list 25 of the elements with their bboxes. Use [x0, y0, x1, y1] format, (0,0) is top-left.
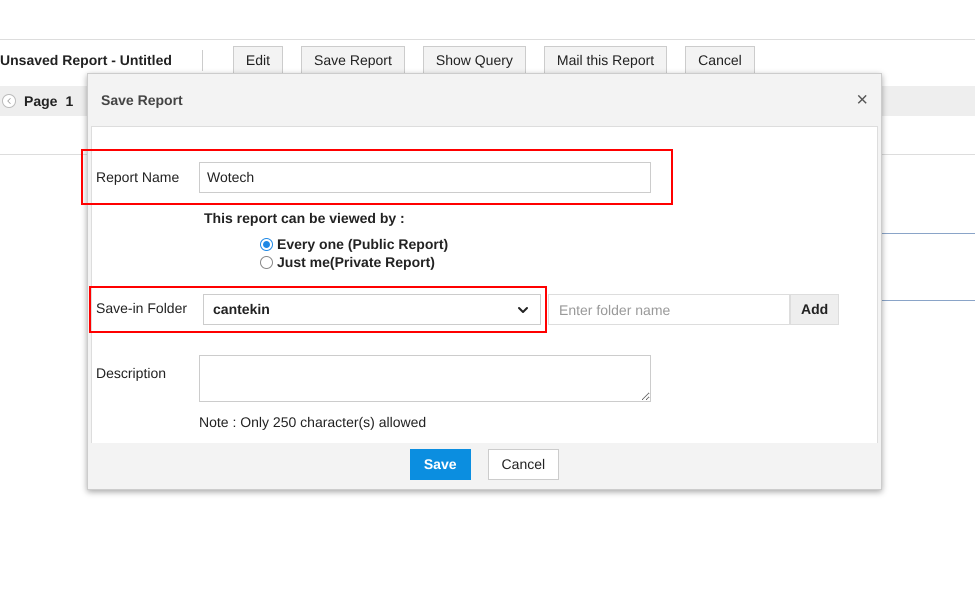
field-label: Report Name — [96, 168, 180, 187]
previous-page-icon[interactable] — [2, 94, 16, 108]
toolbar-button[interactable]: Cancel — [685, 46, 755, 74]
field-label: Description — [96, 364, 168, 383]
add-button[interactable]: Add — [790, 294, 840, 325]
description-field[interactable] — [199, 355, 651, 402]
toolbar-button[interactable]: Edit — [232, 46, 284, 74]
save-button[interactable]: Save — [410, 449, 471, 480]
folder-name-field[interactable]: Enter folder name — [548, 294, 790, 325]
toolbar-button[interactable]: Mail this Report — [544, 46, 668, 74]
close-button[interactable]: × — [856, 90, 868, 110]
visibility-radio[interactable]: Just me(Private Report) — [260, 253, 435, 271]
page-number: 1 — [65, 92, 74, 110]
folder-select[interactable]: cantekin — [203, 294, 541, 325]
visibility-radio[interactable]: Every one (Public Report) — [260, 235, 448, 253]
report-title: Unsaved Report - Untitled — [0, 50, 203, 70]
dialog-title: Save Report — [101, 90, 183, 110]
cancel-button[interactable]: Cancel — [488, 449, 560, 480]
visibility-heading: This report can be viewed by : — [204, 209, 406, 228]
page-label: Page — [24, 92, 58, 111]
field-label: Save-in Folder — [96, 299, 188, 318]
character-limit-note: Note : Only 250 character(s) allowed — [199, 413, 428, 432]
report-name-field[interactable]: Wotech — [199, 162, 651, 192]
toolbar-button[interactable]: Show Query — [422, 46, 526, 74]
toolbar-button[interactable]: Save Report — [301, 46, 405, 74]
